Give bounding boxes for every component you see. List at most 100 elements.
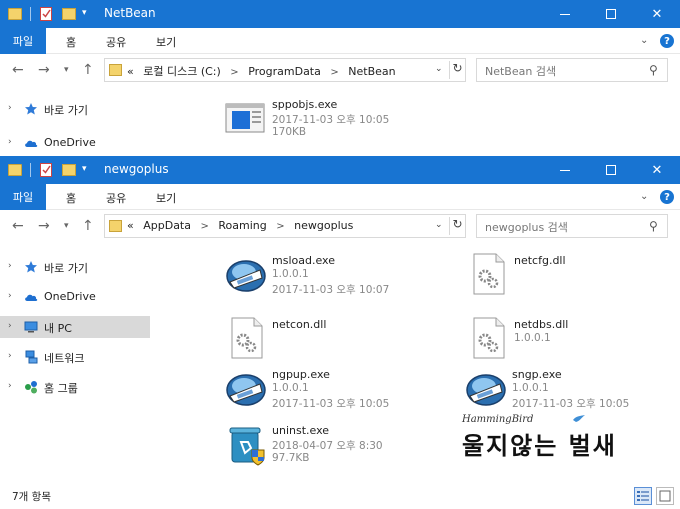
forward-arrow-icon[interactable]: → — [38, 218, 50, 234]
file-date: 2017-11-03 오후 10:05 — [272, 398, 390, 410]
qat-divider — [30, 7, 31, 21]
breadcrumb-item[interactable]: 로컬 디스크 (C:) — [143, 65, 221, 78]
search-input[interactable]: NetBean 검색 ⚲ — [476, 58, 668, 82]
address-bar[interactable]: « 로컬 디스크 (C:) > ProgramData > NetBean ⌄ … — [104, 58, 466, 82]
folder-icon — [8, 8, 22, 20]
large-icons-view-button[interactable] — [656, 487, 674, 505]
chevron-right-icon[interactable]: › — [8, 291, 12, 301]
recent-locations-icon[interactable]: ▾ — [64, 221, 69, 231]
file-item[interactable]: uninst.exe 2018-04-07 오후 8:30 97.7KB — [224, 422, 454, 474]
refresh-icon[interactable]: ↻ — [449, 217, 465, 235]
tab-file[interactable]: 파일 — [0, 28, 46, 54]
sidebar-item-onedrive[interactable]: › OneDrive — [0, 286, 150, 308]
help-icon[interactable]: ? — [660, 34, 674, 48]
properties-icon[interactable] — [40, 163, 52, 177]
file-item[interactable]: netcon.dll — [224, 316, 454, 368]
chevron-right-icon[interactable]: › — [8, 321, 12, 331]
chevron-right-icon[interactable]: › — [8, 137, 12, 147]
new-folder-icon[interactable] — [62, 8, 76, 20]
qat-dropdown-icon[interactable]: ▾ — [82, 8, 87, 26]
refresh-icon[interactable]: ↻ — [449, 61, 465, 79]
up-arrow-icon[interactable]: ↑ — [82, 218, 94, 234]
chevron-right-icon[interactable]: › — [8, 351, 12, 361]
network-icon — [25, 350, 38, 364]
file-name: sppobjs.exe — [272, 98, 338, 111]
search-input[interactable]: newgoplus 검색 ⚲ — [476, 214, 668, 238]
title-bar[interactable]: ▾ newgoplus ✕ — [0, 156, 680, 184]
chevron-right-icon[interactable]: › — [8, 381, 12, 391]
breadcrumb-item[interactable]: NetBean — [348, 65, 395, 78]
chevron-right-icon[interactable]: > — [276, 221, 284, 232]
sidebar-item-quick-access[interactable]: › 바로 가기 — [0, 256, 150, 278]
forward-arrow-icon[interactable]: → — [38, 62, 50, 78]
sidebar-item-homegroup[interactable]: › 홈 그룹 — [0, 376, 150, 398]
ribbon-expand-icon[interactable]: ⌄ — [640, 35, 648, 46]
maximize-button[interactable] — [588, 156, 634, 184]
help-icon[interactable]: ? — [660, 190, 674, 204]
recent-locations-icon[interactable]: ▾ — [64, 65, 69, 75]
breadcrumb-item[interactable]: ProgramData — [248, 65, 321, 78]
close-button[interactable]: ✕ — [634, 0, 680, 28]
folder-icon — [109, 64, 122, 76]
up-arrow-icon[interactable]: ↑ — [82, 62, 94, 78]
globe-exe-icon — [226, 374, 266, 406]
sidebar-item-quick-access[interactable]: › 바로 가기 — [0, 98, 150, 120]
chevron-right-icon[interactable]: › — [8, 103, 12, 113]
chevron-right-icon[interactable]: > — [230, 67, 238, 78]
breadcrumb: « AppData > Roaming > newgoplus — [127, 219, 359, 232]
search-placeholder: newgoplus 검색 — [485, 221, 568, 234]
tab-view[interactable]: 보기 — [156, 34, 176, 50]
globe-exe-icon — [466, 374, 506, 406]
breadcrumb-overflow[interactable]: « — [127, 65, 134, 78]
details-view-button[interactable] — [634, 487, 652, 505]
tab-home[interactable]: 홈 — [66, 190, 76, 206]
back-arrow-icon[interactable]: ← — [12, 218, 24, 234]
chevron-right-icon[interactable]: > — [330, 67, 338, 78]
file-item[interactable]: sppobjs.exe 2017-11-03 오후 10:05 170KB — [224, 96, 454, 148]
sidebar-item-network[interactable]: › 네트워크 — [0, 346, 150, 368]
chevron-right-icon[interactable]: › — [8, 261, 12, 271]
item-count: 7개 항목 — [12, 491, 51, 503]
minimize-button[interactable] — [542, 0, 588, 28]
qat-dropdown-icon[interactable]: ▾ — [82, 164, 87, 182]
breadcrumb-item[interactable]: Roaming — [218, 219, 266, 232]
file-date: 2017-11-03 오후 10:05 — [272, 114, 390, 126]
back-arrow-icon[interactable]: ← — [12, 62, 24, 78]
status-bar: 7개 항목 — [0, 484, 680, 509]
homegroup-icon — [25, 381, 37, 394]
new-folder-icon[interactable] — [62, 164, 76, 176]
breadcrumb-overflow[interactable]: « — [127, 219, 134, 232]
breadcrumb-item[interactable]: AppData — [143, 219, 191, 232]
address-dropdown-icon[interactable]: ⌄ — [435, 220, 443, 230]
address-dropdown-icon[interactable]: ⌄ — [435, 64, 443, 74]
tab-share[interactable]: 공유 — [106, 34, 126, 50]
file-name: netcon.dll — [272, 318, 327, 331]
tab-view[interactable]: 보기 — [156, 190, 176, 206]
tab-home[interactable]: 홈 — [66, 34, 76, 50]
breadcrumb-item[interactable]: newgoplus — [294, 219, 353, 232]
search-icon: ⚲ — [649, 63, 658, 77]
tab-share[interactable]: 공유 — [106, 190, 126, 206]
address-bar[interactable]: « AppData > Roaming > newgoplus ⌄ ↻ — [104, 214, 466, 238]
file-item[interactable]: netdbs.dll 1.0.0.1 — [466, 316, 680, 368]
pc-icon — [24, 321, 38, 333]
maximize-button[interactable] — [588, 0, 634, 28]
sidebar-item-this-pc[interactable]: › 내 PC — [0, 316, 150, 338]
maximize-icon — [606, 9, 616, 19]
qat-divider — [30, 163, 31, 177]
watermark-logo: HammingBird 울지않는 벌새 — [462, 414, 632, 474]
file-item[interactable]: ngpup.exe 1.0.0.1 2017-11-03 오후 10:05 — [224, 366, 454, 418]
sidebar-item-onedrive[interactable]: › OneDrive — [0, 132, 150, 154]
details-view-icon — [637, 491, 649, 501]
properties-icon[interactable] — [40, 7, 52, 21]
file-item[interactable]: msload.exe 1.0.0.1 2017-11-03 오후 10:07 — [224, 252, 454, 304]
title-bar[interactable]: ▾ NetBean ✕ — [0, 0, 680, 28]
close-button[interactable]: ✕ — [634, 156, 680, 184]
file-item[interactable]: sngp.exe 1.0.0.1 2017-11-03 오후 10:05 — [464, 366, 680, 418]
explorer-window-netbean: ▾ NetBean ✕ 파일 홈 공유 보기 ⌄ ? ← → ▾ ↑ « 로컬 … — [0, 0, 680, 156]
tab-file[interactable]: 파일 — [0, 184, 46, 210]
chevron-right-icon[interactable]: > — [201, 221, 209, 232]
minimize-button[interactable] — [542, 156, 588, 184]
file-item[interactable]: netcfg.dll — [466, 252, 680, 304]
ribbon-expand-icon[interactable]: ⌄ — [640, 191, 648, 202]
